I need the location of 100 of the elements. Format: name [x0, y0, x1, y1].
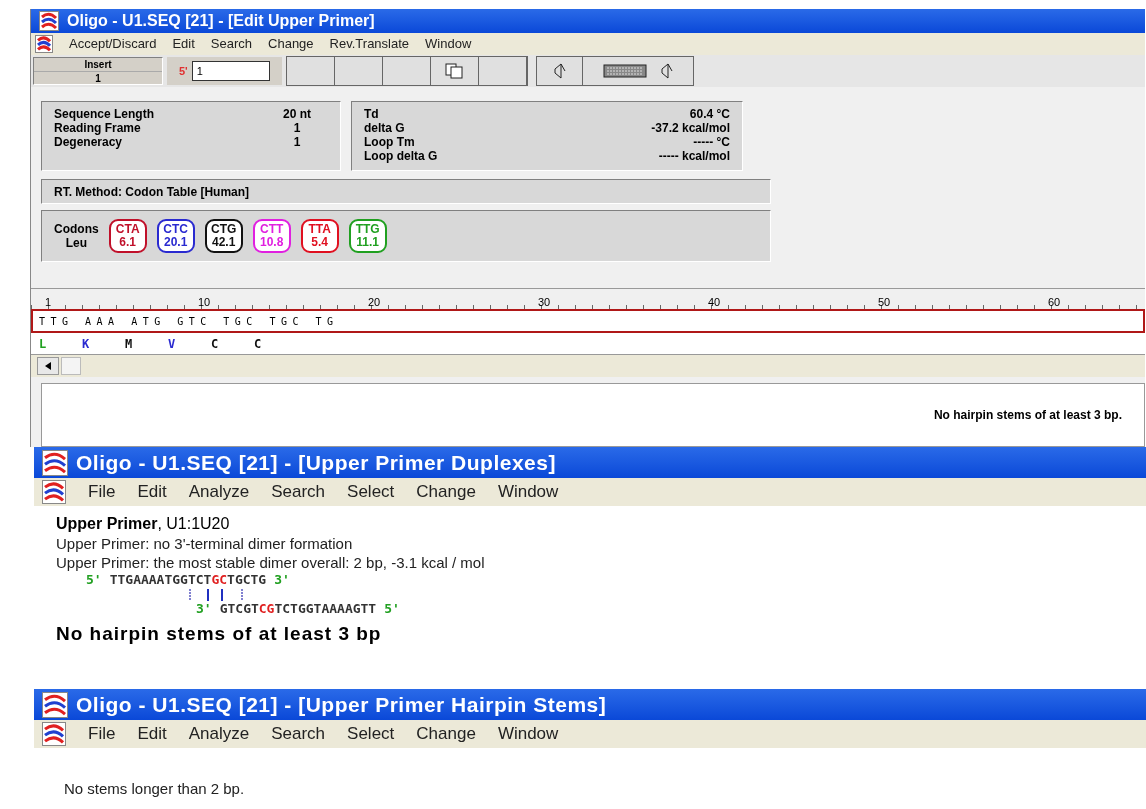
- sound-button[interactable]: [536, 57, 583, 85]
- toolbar-button[interactable]: [286, 57, 335, 85]
- info-value: 1: [292, 121, 302, 135]
- menu-item[interactable]: Change: [268, 34, 314, 54]
- menu-item[interactable]: Window: [425, 34, 472, 54]
- hairpin-message: No hairpin stems of at least 3 bp.: [933, 407, 1122, 424]
- ruler-number: 60: [1048, 295, 1062, 309]
- strand-end-label: 5': [86, 572, 102, 587]
- sequence-text: TGCTG: [227, 572, 267, 587]
- menu-item[interactable]: Window: [497, 721, 559, 747]
- method-label: RT. Method: Codon Table [Human]: [54, 183, 250, 201]
- base-pair-bonds-drawing: [186, 588, 246, 602]
- menu-item[interactable]: Edit: [137, 479, 167, 505]
- position-field[interactable]: 1: [191, 61, 270, 81]
- copy-icon: [445, 63, 464, 79]
- codon-badge[interactable]: TTA 5.4: [300, 219, 339, 253]
- result-line: Upper Primer: no 3'-terminal dimer formation: [56, 534, 354, 553]
- codon-badge[interactable]: CTG 42.1: [204, 219, 243, 253]
- amino-acid-label: Leu: [65, 236, 87, 250]
- info-value: 60.4 °C: [689, 107, 730, 121]
- amino-acid: C: [211, 335, 219, 353]
- codon-frequency: 10.8: [260, 236, 284, 249]
- codon-badge[interactable]: TTG 11.1: [348, 219, 387, 253]
- app-icon: [35, 35, 53, 53]
- menu-item[interactable]: Rev.Translate: [329, 34, 410, 54]
- sequence-text: CG: [258, 601, 275, 616]
- ruler-number: 10: [198, 295, 212, 309]
- result-line: Upper Primer: the most stable dimer overall: 2 bp, -3.1 kcal / mol: [56, 553, 486, 572]
- scroll-left-button[interactable]: [37, 357, 59, 375]
- sequence-text: TCTGGTAAAAGTT: [274, 601, 377, 616]
- codon-frequency: 11.1: [356, 236, 379, 249]
- speaker-icon: [658, 61, 673, 81]
- info-label: Loop Tm: [364, 135, 415, 149]
- app-icon: [42, 449, 68, 476]
- mode-label: Insert: [83, 58, 113, 71]
- strand-end-label: 5': [384, 601, 400, 616]
- codon-badge[interactable]: CTT 10.8: [252, 219, 291, 253]
- menu-item[interactable]: Change: [416, 479, 476, 505]
- ruler-number: 40: [708, 295, 722, 309]
- sequence-field[interactable]: TTG AAA ATG GTC TGC TGC TG: [31, 309, 1145, 333]
- codon-label: CTG: [211, 223, 237, 236]
- menu-item[interactable]: Change: [416, 721, 476, 747]
- menu-item[interactable]: Edit: [172, 34, 195, 54]
- menu-item[interactable]: Search: [271, 479, 326, 505]
- menu-item[interactable]: File: [88, 479, 116, 505]
- menu-item[interactable]: Window: [497, 479, 559, 505]
- toolbar-button[interactable]: [478, 57, 527, 85]
- codon-frequency: 5.4: [311, 236, 328, 249]
- speaker-icon: [552, 61, 567, 81]
- primer-heading: Upper Primer, U1:1U20: [56, 514, 231, 534]
- menu-item[interactable]: Select: [347, 479, 395, 505]
- strand-label: 5': [179, 63, 188, 79]
- info-label: Sequence Length: [54, 107, 154, 121]
- codon-frequency: 20.1: [164, 236, 188, 249]
- codon-frequency: 6.1: [119, 236, 136, 249]
- menu-item[interactable]: Select: [347, 721, 395, 747]
- sequence-text: GC: [211, 572, 228, 587]
- info-label: Reading Frame: [54, 121, 141, 135]
- amino-acid: L: [39, 335, 47, 353]
- codon-frequency: 42.1: [212, 236, 236, 249]
- menu-item[interactable]: Analyze: [188, 721, 250, 747]
- menu-item[interactable]: Analyze: [188, 479, 250, 505]
- window-title: Oligo - U1.SEQ [21] - [Upper Primer Duplexes]: [76, 449, 556, 476]
- codon-badge[interactable]: CTA 6.1: [108, 219, 147, 253]
- scroll-bar[interactable]: [31, 355, 1145, 377]
- codons-label: Codons: [54, 222, 99, 236]
- menu-item[interactable]: File: [88, 721, 116, 747]
- codon-label: TTG: [355, 223, 380, 236]
- codon-label: CTA: [115, 223, 140, 236]
- keyboard-icon: [602, 63, 647, 79]
- menu-item[interactable]: Search: [271, 721, 326, 747]
- codon-badge[interactable]: CTC 20.1: [156, 219, 195, 253]
- app-icon: [42, 480, 66, 504]
- codon-label: CTC: [163, 223, 188, 236]
- copy-button[interactable]: [430, 57, 479, 85]
- left-arrow-icon: [45, 362, 51, 370]
- codon-label: CTT: [260, 223, 284, 236]
- keyboard-button[interactable]: [582, 57, 693, 85]
- hairpin-message: No stems longer than 2 bp.: [64, 779, 246, 799]
- info-label: Degeneracy: [54, 135, 123, 149]
- toolbar-button[interactable]: [334, 57, 383, 85]
- scroll-thumb[interactable]: [61, 357, 81, 375]
- ruler-number: 30: [538, 295, 552, 309]
- window-title: Oligo - U1.SEQ [21] - [Upper Primer Hairpin Stems]: [76, 691, 607, 718]
- amino-acid: C: [254, 335, 262, 353]
- toolbar-button[interactable]: [382, 57, 431, 85]
- ruler-number: 1: [45, 295, 53, 309]
- info-value: -37.2 kcal/mol: [651, 121, 730, 135]
- strand-end-label: 3': [274, 572, 290, 587]
- info-label: delta G: [364, 121, 405, 135]
- codon-label: TTA: [308, 223, 331, 236]
- app-icon: [39, 11, 59, 31]
- strand-end-label: 3': [196, 601, 212, 616]
- ruler-number: 20: [368, 295, 382, 309]
- menu-item[interactable]: Edit: [137, 721, 167, 747]
- ruler-number: 50: [878, 295, 892, 309]
- menu-item[interactable]: Search: [210, 34, 253, 54]
- info-value: ----- °C: [693, 135, 730, 149]
- info-label: Td: [364, 107, 379, 121]
- menu-item[interactable]: Accept/Discard: [69, 34, 157, 54]
